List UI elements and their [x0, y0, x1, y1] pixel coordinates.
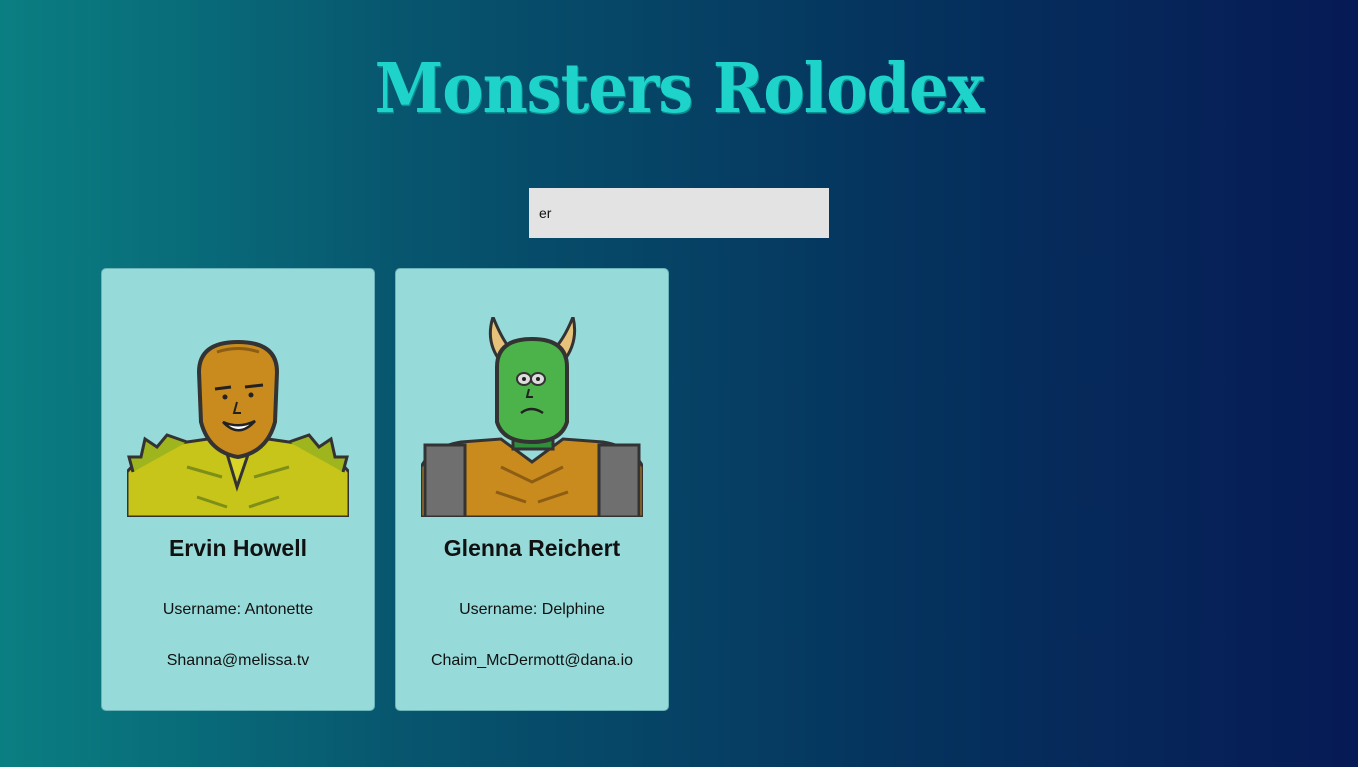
monster-card: Ervin Howell Username: Antonette Shanna@… [101, 268, 375, 711]
monster-email: Chaim_McDermott@dana.io [430, 652, 634, 669]
search-input[interactable] [529, 188, 829, 238]
monster-username: Username: Delphine [459, 601, 605, 618]
monster-avatar-icon [127, 339, 349, 517]
monster-name: Ervin Howell [168, 535, 308, 561]
monster-card: Glenna Reichert Username: Delphine Chaim… [395, 268, 669, 711]
app-title: Monsters Rolodex [374, 48, 985, 129]
monster-username: Username: Antonette [162, 601, 314, 618]
monster-avatar-icon [421, 317, 643, 517]
monster-name: Glenna Reichert [443, 535, 621, 561]
monster-email: Shanna@melissa.tv [166, 652, 310, 669]
